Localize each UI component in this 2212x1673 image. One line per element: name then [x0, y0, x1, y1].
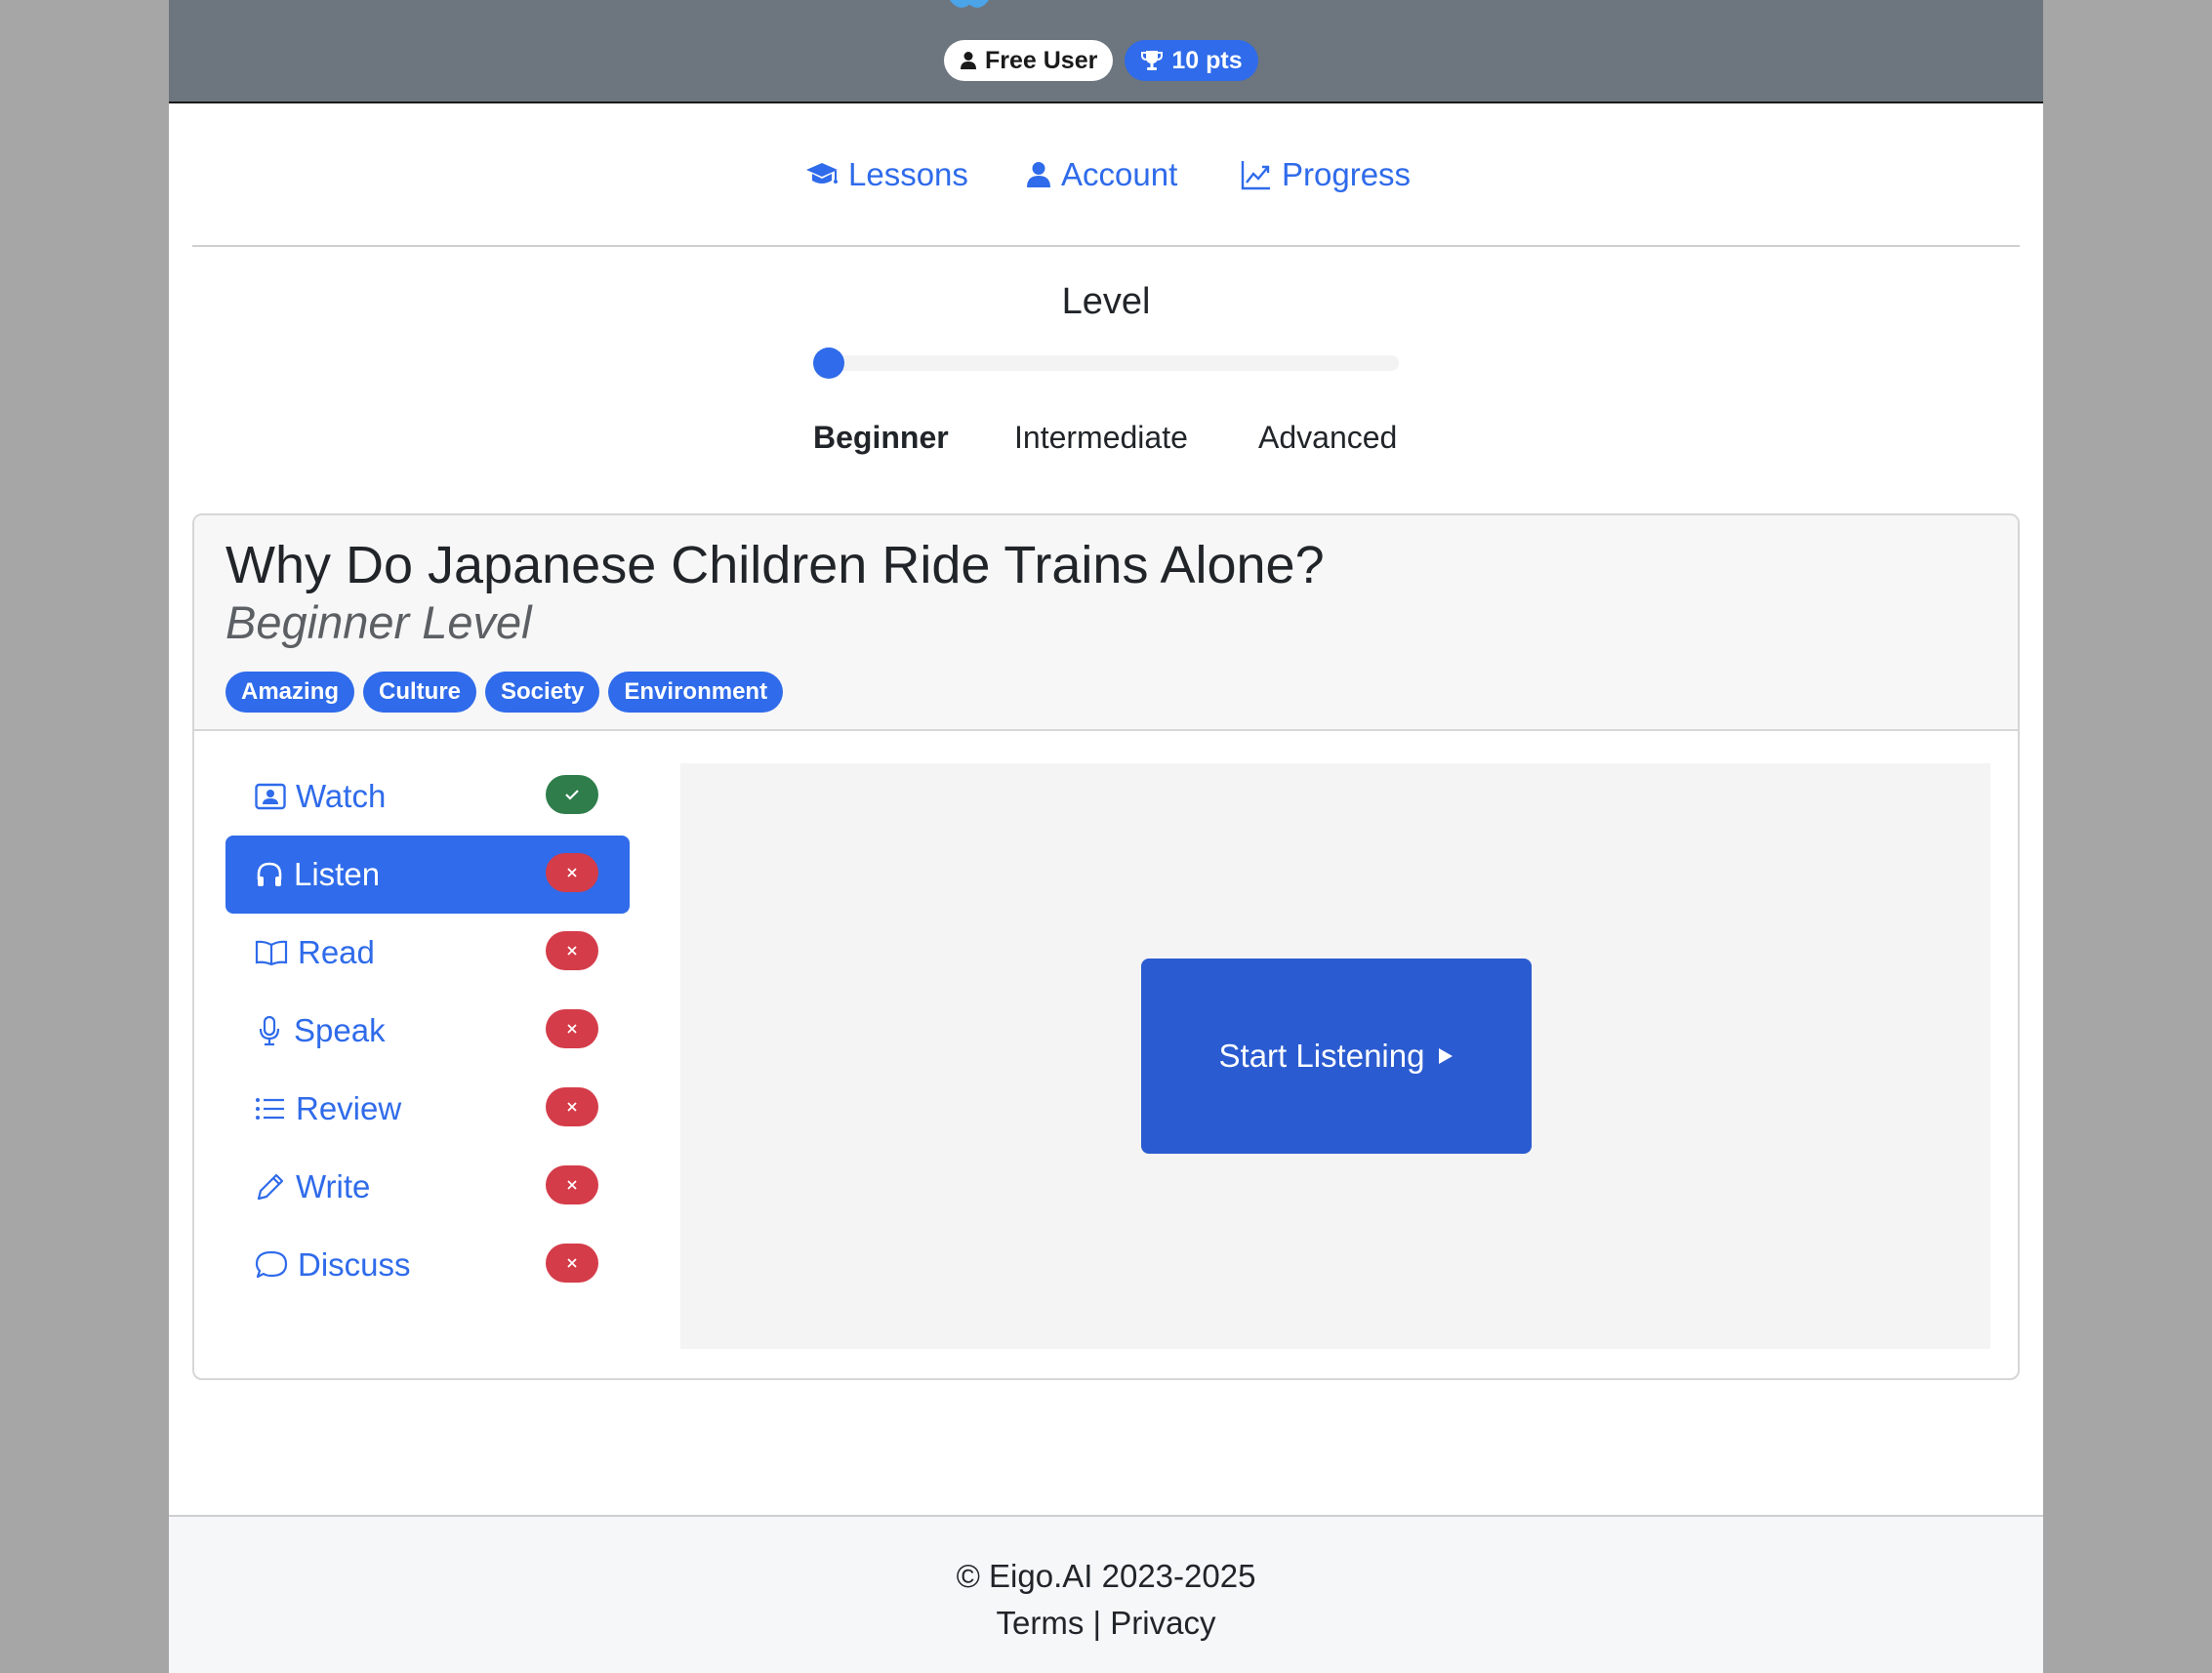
x-icon	[567, 946, 577, 956]
activity-review-label: Review	[296, 1090, 402, 1126]
lesson-card: Why Do Japanese Children Ride Trains Alo…	[192, 513, 2020, 1380]
activity-watch[interactable]: Watch	[225, 757, 630, 836]
trophy-icon	[1141, 51, 1164, 70]
x-icon	[567, 1180, 577, 1190]
play-icon	[1439, 1048, 1454, 1064]
tag-environment[interactable]: Environment	[608, 672, 784, 713]
points-label: 10 pts	[1171, 46, 1243, 74]
graduation-cap-icon	[806, 163, 838, 184]
microphone-icon	[259, 1015, 280, 1046]
page: Free User 10 pts Lessons Account Progres…	[169, 0, 2043, 1673]
level-slider-thumb[interactable]	[813, 347, 844, 379]
user-icon	[1027, 162, 1050, 187]
activity-discuss[interactable]: Discuss	[225, 1226, 630, 1304]
lesson-tags: Amazing Culture Society Environment	[225, 672, 784, 713]
activity-read[interactable]: Read	[225, 914, 630, 992]
footer-links: Terms | Privacy	[169, 1605, 2043, 1642]
status-complete-badge	[546, 775, 598, 814]
x-icon	[567, 1102, 577, 1112]
nav-account-label: Account	[1061, 156, 1178, 192]
activity-watch-label: Watch	[296, 778, 387, 814]
activity-write-label: Write	[296, 1168, 371, 1204]
level-option-beginner[interactable]: Beginner	[813, 420, 949, 456]
user-icon	[961, 52, 976, 69]
activity-discuss-label: Discuss	[298, 1246, 411, 1283]
pencil-icon	[257, 1173, 284, 1201]
header-badges: Free User 10 pts	[944, 40, 1258, 81]
level-heading: Level	[1061, 281, 1151, 322]
activity-stage: Start Listening	[680, 763, 1990, 1349]
nav-progress-link[interactable]: Progress	[1241, 156, 1411, 193]
tag-amazing[interactable]: Amazing	[225, 672, 355, 713]
activity-speak[interactable]: Speak	[225, 992, 630, 1070]
headphones-icon	[257, 862, 282, 886]
activity-speak-label: Speak	[294, 1012, 386, 1048]
book-icon	[255, 940, 288, 966]
tag-society[interactable]: Society	[485, 672, 600, 713]
start-listening-label: Start Listening	[1218, 1038, 1425, 1074]
status-incomplete-badge	[546, 1244, 598, 1283]
status-incomplete-badge	[546, 1009, 598, 1048]
status-incomplete-badge	[546, 1165, 598, 1204]
nav-lessons-link[interactable]: Lessons	[805, 156, 968, 193]
activity-menu: Watch Listen Read Speak Review Write Dis…	[225, 757, 630, 1304]
tag-culture[interactable]: Culture	[363, 672, 477, 713]
level-option-advanced[interactable]: Advanced	[1258, 420, 1397, 456]
video-person-icon	[255, 783, 286, 810]
privacy-link[interactable]: Privacy	[1110, 1605, 1215, 1641]
x-icon	[567, 1024, 577, 1034]
footer: © Eigo.AI 2023-2025 Terms | Privacy	[169, 1515, 2043, 1673]
footer-separator: |	[1092, 1605, 1102, 1641]
chart-line-icon	[1241, 161, 1270, 190]
chat-bubble-icon	[255, 1250, 288, 1279]
level-slider-track[interactable]	[813, 355, 1399, 371]
activity-read-label: Read	[298, 934, 375, 970]
activity-write[interactable]: Write	[225, 1148, 630, 1226]
start-listening-button[interactable]: Start Listening	[1141, 959, 1532, 1154]
status-incomplete-badge	[546, 853, 598, 892]
points-badge[interactable]: 10 pts	[1125, 40, 1258, 81]
lesson-title: Why Do Japanese Children Ride Trains Alo…	[225, 536, 1325, 594]
level-option-intermediate[interactable]: Intermediate	[1014, 420, 1188, 456]
top-header: Free User 10 pts	[169, 0, 2043, 103]
main-nav: Lessons Account Progress	[169, 103, 2043, 246]
nav-divider	[192, 245, 2020, 247]
activity-listen-label: Listen	[294, 856, 381, 892]
status-incomplete-badge	[546, 931, 598, 970]
logo-icon	[950, 0, 989, 8]
activity-review[interactable]: Review	[225, 1070, 630, 1148]
list-icon	[256, 1098, 284, 1120]
x-icon	[567, 1258, 577, 1268]
user-status-badge[interactable]: Free User	[944, 40, 1114, 81]
nav-account-link[interactable]: Account	[1026, 156, 1177, 193]
nav-progress-label: Progress	[1282, 156, 1412, 192]
status-incomplete-badge	[546, 1087, 598, 1126]
lesson-card-header: Why Do Japanese Children Ride Trains Alo…	[194, 515, 2018, 731]
activity-listen[interactable]: Listen	[225, 836, 630, 914]
x-icon	[567, 868, 577, 877]
nav-lessons-label: Lessons	[848, 156, 968, 192]
copyright-text: © Eigo.AI 2023-2025	[956, 1558, 1256, 1594]
lesson-level-label: Beginner Level	[225, 596, 532, 648]
user-status-label: Free User	[985, 46, 1098, 74]
terms-link[interactable]: Terms	[997, 1605, 1085, 1641]
check-icon	[565, 790, 579, 800]
